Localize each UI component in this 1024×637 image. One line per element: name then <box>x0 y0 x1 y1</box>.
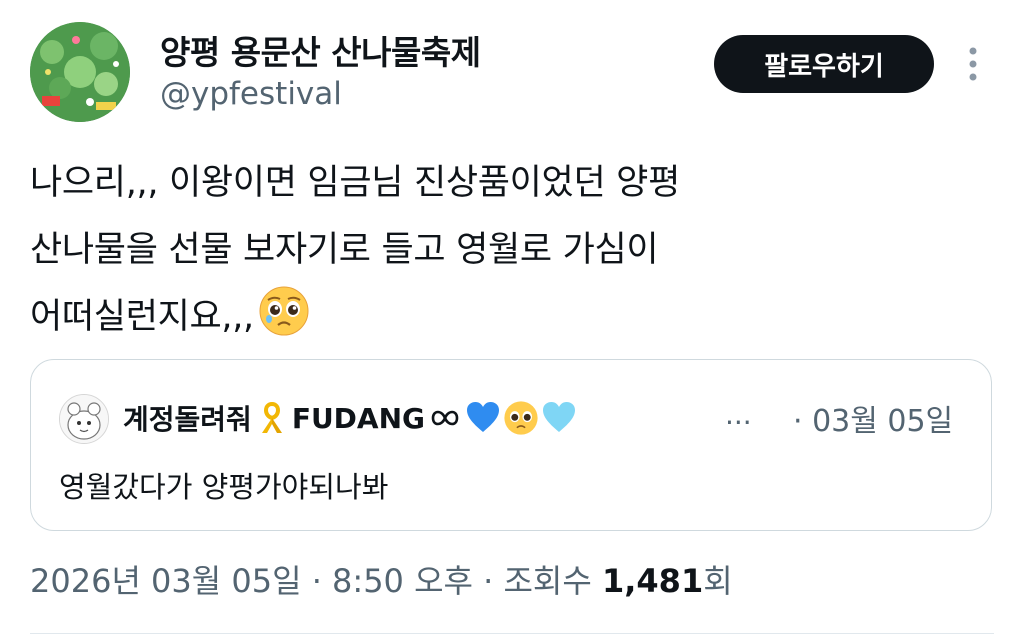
infinity-symbol <box>431 410 459 426</box>
yellow-ribbon-emoji <box>261 401 282 433</box>
post-line-text: 어떠실런지요,,, <box>30 297 254 337</box>
quote-date[interactable]: · 03월 05일 <box>793 396 953 440</box>
quote-author-name-text: 계정돌려줘 <box>123 403 252 436</box>
blue-heart-emoji <box>467 402 500 432</box>
divider <box>30 633 994 634</box>
more-vertical-icon <box>969 47 977 81</box>
cartoon-avatar-icon <box>60 395 108 443</box>
light-blue-heart-emoji <box>543 402 576 432</box>
view-unit: 회 <box>703 562 733 600</box>
quote-author-avatar[interactable] <box>59 394 109 444</box>
quote-name-truncation: ... <box>725 398 752 431</box>
quoted-post-card[interactable]: 계정돌려줘 FUDANG ... · 03월 05일 영월갔다가 양평가야되나봐 <box>30 359 992 531</box>
view-count: 1,481 <box>601 562 704 600</box>
post-meta: 2026년 03월 05일 · 8:50 오후 · 조회수 1,481회 <box>30 556 733 602</box>
quote-text: 영월갔다가 양평가야되나봐 <box>59 470 389 504</box>
quote-author-name[interactable]: 계정돌려줘 FUDANG <box>123 398 577 438</box>
festival-avatar-icon <box>30 22 130 122</box>
post-line-last: 어떠실런지요,,, <box>30 284 990 351</box>
post-line: 나으리,,, 이왕이면 임금님 진상품이었던 양평 <box>30 163 680 203</box>
more-options-button[interactable] <box>958 44 988 84</box>
post-line: 산나물을 선물 보자기로 들고 영월로 가심이 <box>30 230 659 270</box>
pleading-face-emoji <box>504 401 538 435</box>
author-avatar[interactable] <box>30 22 130 122</box>
author-display-name[interactable]: 양평 용문산 산나물축제 <box>160 26 481 74</box>
quote-author-name-suffix: FUDANG <box>291 401 426 435</box>
pleading-face-emoji <box>259 286 309 336</box>
post-timestamp[interactable]: 2026년 03월 05일 · 8:50 오후 · 조회수 <box>30 562 602 600</box>
author-handle[interactable]: @ypfestival <box>160 76 342 112</box>
post-text: 나으리,,, 이왕이면 임금님 진상품이었던 양평 산나물을 선물 보자기로 들… <box>30 150 990 351</box>
follow-button[interactable]: 팔로우하기 <box>714 35 934 93</box>
